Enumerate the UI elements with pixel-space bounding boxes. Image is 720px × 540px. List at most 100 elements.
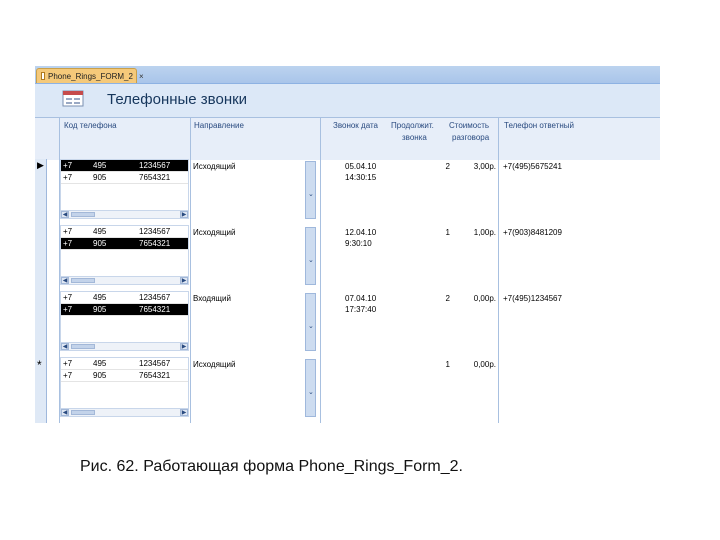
document-tab-strip: Phone_Rings_FORM_2 ×: [35, 66, 660, 84]
scroll-right-icon[interactable]: ▶: [180, 409, 188, 416]
subform-row[interactable]: +7 495 1234567: [61, 226, 188, 238]
phone-number: 1234567: [139, 293, 171, 302]
scroll-thumb[interactable]: [71, 212, 95, 217]
chevron-down-icon: ⌄: [308, 191, 314, 198]
column-headers: Код телефона Направление Звонок дата Про…: [35, 117, 660, 160]
horizontal-scrollbar[interactable]: ◀ ▶: [60, 342, 189, 351]
area-code: 905: [93, 173, 107, 182]
subform-row[interactable]: +7 905 7654321: [61, 370, 188, 382]
phone-number: 7654321: [139, 239, 171, 248]
phone-number: 1234567: [139, 359, 171, 368]
scroll-left-icon[interactable]: ◀: [61, 409, 69, 416]
subform-row[interactable]: +7 495 1234567: [61, 160, 188, 172]
record-row-new[interactable]: +7 495 1234567 +7 905 7654321 ◀ ▶ Исходя…: [47, 357, 660, 423]
record-row[interactable]: +7 495 1234567 +7 905 7654321 ◀ ▶ Исходя…: [47, 159, 660, 225]
current-record-marker: ▶: [37, 160, 44, 170]
form-icon: [41, 72, 45, 80]
record-selector-bar[interactable]: ▶ *: [35, 159, 47, 423]
horizontal-scrollbar[interactable]: ◀ ▶: [60, 276, 189, 285]
area-code: 495: [93, 227, 107, 236]
area-code: 905: [93, 305, 107, 314]
scroll-left-icon[interactable]: ◀: [61, 277, 69, 284]
country-code: +7: [63, 305, 73, 314]
subform-row[interactable]: +7 495 1234567: [61, 292, 188, 304]
country-code: +7: [63, 239, 73, 248]
record-row[interactable]: +7 495 1234567 +7 905 7654321 ◀ ▶ Исходя…: [47, 225, 660, 291]
phone-number: 7654321: [139, 371, 171, 380]
direction-dropdown-button[interactable]: ⌄: [305, 161, 316, 219]
col-header-duration-line2: звонка: [402, 133, 427, 142]
col-header-direction: Направление: [194, 121, 244, 130]
form-header: Телефонные звонки: [35, 84, 660, 117]
tab-label: Phone_Rings_FORM_2: [48, 71, 133, 81]
call-time-field[interactable]: 9:30:10: [345, 238, 372, 249]
col-header-duration-line1: Продолжит.: [391, 121, 434, 130]
chevron-down-icon: ⌄: [308, 323, 314, 330]
chevron-down-icon: ⌄: [308, 389, 314, 396]
call-time-field[interactable]: 14:30:15: [345, 172, 376, 183]
direction-dropdown-button[interactable]: ⌄: [305, 359, 316, 417]
call-time-field[interactable]: 17:37:40: [345, 304, 376, 315]
phone-number: 1234567: [139, 227, 171, 236]
access-form-screenshot: Phone_Rings_FORM_2 × Телефонные звонки К…: [35, 66, 660, 423]
duration-field[interactable]: 1: [423, 227, 450, 238]
direction-dropdown-button[interactable]: ⌄: [305, 293, 316, 351]
area-code: 905: [93, 239, 107, 248]
form-header-icon: [62, 90, 84, 107]
scroll-thumb[interactable]: [71, 344, 95, 349]
tab-phone-rings-form-2[interactable]: Phone_Rings_FORM_2 ×: [36, 68, 144, 83]
col-header-answer-phone: Телефон ответный: [504, 121, 574, 130]
country-code: +7: [63, 173, 73, 182]
answer-phone-field[interactable]: +7(495)5675241: [503, 161, 562, 172]
col-header-date: Звонок дата: [333, 121, 378, 130]
direction-dropdown-button[interactable]: ⌄: [305, 227, 316, 285]
figure-caption: Рис. 62. Работающая форма Phone_Rings_Fo…: [80, 458, 463, 475]
answer-phone-field[interactable]: +7(903)8481209: [503, 227, 562, 238]
col-header-cost-line1: Стоимость: [449, 121, 490, 130]
scroll-left-icon[interactable]: ◀: [61, 343, 69, 350]
scroll-right-icon[interactable]: ▶: [180, 343, 188, 350]
area-code: 495: [93, 359, 107, 368]
scroll-thumb[interactable]: [71, 410, 95, 415]
call-date-field[interactable]: 07.04.10: [345, 293, 376, 304]
col-header-cost-line2: разговора: [452, 133, 490, 142]
horizontal-scrollbar[interactable]: ◀ ▶: [60, 408, 189, 417]
close-icon[interactable]: ×: [139, 69, 144, 84]
area-code: 905: [93, 371, 107, 380]
scroll-right-icon[interactable]: ▶: [180, 277, 188, 284]
scroll-left-icon[interactable]: ◀: [61, 211, 69, 218]
subform-row[interactable]: +7 495 1234567: [61, 358, 188, 370]
duration-field[interactable]: 2: [423, 293, 450, 304]
call-date-field[interactable]: 05.04.10: [345, 161, 376, 172]
scroll-thumb[interactable]: [71, 278, 95, 283]
subform-row[interactable]: +7 905 7654321: [61, 304, 188, 316]
record-row[interactable]: +7 495 1234567 +7 905 7654321 ◀ ▶ Входящ…: [47, 291, 660, 357]
duration-field[interactable]: 1: [423, 359, 450, 370]
subform-row[interactable]: +7 905 7654321: [61, 172, 188, 184]
country-code: +7: [63, 371, 73, 380]
direction-field[interactable]: Исходящий: [193, 359, 235, 370]
phone-number: 7654321: [139, 173, 171, 182]
direction-field[interactable]: Исходящий: [193, 227, 235, 238]
direction-field[interactable]: Исходящий: [193, 161, 235, 172]
horizontal-scrollbar[interactable]: ◀ ▶: [60, 210, 189, 219]
scroll-right-icon[interactable]: ▶: [180, 211, 188, 218]
cost-field[interactable]: 1,00р.: [462, 227, 496, 238]
duration-field[interactable]: 2: [423, 161, 450, 172]
cost-field[interactable]: 3,00р.: [462, 161, 496, 172]
country-code: +7: [63, 359, 73, 368]
area-code: 495: [93, 161, 107, 170]
cost-field[interactable]: 0,00р.: [462, 359, 496, 370]
form-title: Телефонные звонки: [107, 91, 248, 108]
phone-number: 1234567: [139, 161, 171, 170]
new-record-marker: *: [37, 358, 42, 372]
call-date-field[interactable]: 12.04.10: [345, 227, 376, 238]
col-header-code: Код телефона: [64, 121, 117, 130]
direction-field[interactable]: Входящий: [193, 293, 231, 304]
answer-phone-field[interactable]: +7(495)1234567: [503, 293, 562, 304]
area-code: 495: [93, 293, 107, 302]
chevron-down-icon: ⌄: [308, 257, 314, 264]
subform-row[interactable]: +7 905 7654321: [61, 238, 188, 250]
country-code: +7: [63, 161, 73, 170]
cost-field[interactable]: 0,00р.: [462, 293, 496, 304]
